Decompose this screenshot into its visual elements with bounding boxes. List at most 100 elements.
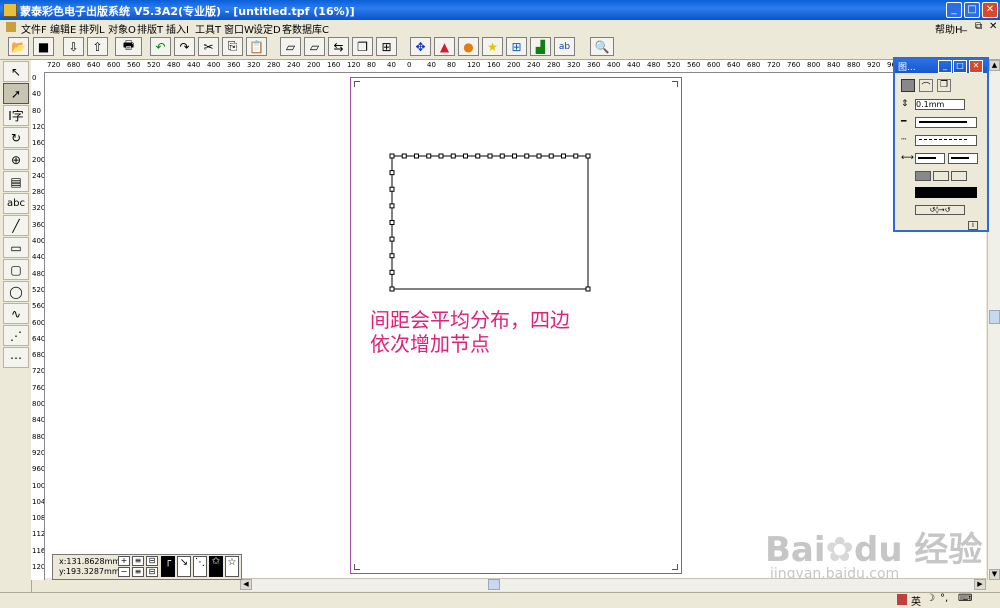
path-node[interactable] [389, 220, 395, 225]
frame-icon-1[interactable]: ▱ [280, 37, 301, 56]
menu-insert[interactable]: 插入I [166, 21, 189, 36]
star-outline-icon[interactable]: ☆ [225, 556, 239, 577]
path-node[interactable] [561, 153, 566, 159]
undo-icon[interactable]: ↶ [150, 37, 171, 56]
frame-icon-4[interactable]: ❐ [352, 37, 373, 56]
line-width-input[interactable]: 0.1mm [915, 99, 965, 110]
path-node[interactable] [585, 153, 591, 159]
horizontal-scrollbar[interactable]: ◀ ▶ [240, 578, 986, 591]
join-bevel-icon[interactable] [951, 171, 967, 181]
path-node[interactable] [401, 153, 407, 159]
apply-icon[interactable]: ↺◊→↺ [915, 205, 965, 215]
align-icon[interactable]: ⊟ [146, 567, 158, 577]
curve-icon[interactable]: ∿ [3, 303, 29, 324]
path-node[interactable] [426, 153, 432, 159]
panel-info-icon[interactable]: i [968, 221, 978, 230]
align-icon[interactable]: ⊟ [146, 556, 158, 566]
path-node[interactable] [548, 153, 554, 159]
scroll-up-icon[interactable]: ▲ [989, 60, 1000, 71]
path-node[interactable] [463, 153, 468, 159]
minimize-button[interactable]: _ [946, 2, 962, 18]
pen-tab-icon[interactable] [901, 79, 915, 92]
import-icon[interactable]: ⇩ [63, 37, 84, 56]
save-icon[interactable]: ■ [33, 37, 54, 56]
path-node[interactable] [499, 153, 505, 159]
fill-tab-icon[interactable]: ⌒ [919, 79, 933, 93]
path-icon[interactable]: ↘ [177, 556, 191, 577]
chart-icon[interactable]: ▟ [530, 37, 551, 56]
star-shape-icon[interactable]: ✩ [209, 556, 223, 577]
path-node[interactable] [389, 269, 395, 275]
horizontal-scroll-thumb[interactable] [488, 579, 500, 590]
move-icon[interactable]: ✥ [410, 37, 431, 56]
path-node[interactable] [389, 153, 395, 159]
align-icon[interactable]: ≡ [132, 567, 144, 577]
minus-icon[interactable]: − [118, 567, 130, 577]
punctuation-icon[interactable]: °, [940, 593, 948, 604]
path-node[interactable] [524, 153, 530, 159]
join-round-icon[interactable] [933, 171, 949, 181]
path-node[interactable] [389, 186, 395, 192]
line-color-select[interactable] [915, 187, 977, 198]
path-node[interactable] [389, 236, 395, 242]
moon-icon[interactable]: ☽ [926, 593, 935, 604]
frame-icon-2[interactable]: ▱ [304, 37, 325, 56]
panel-close-icon[interactable]: ✕ [969, 60, 983, 73]
scroll-down-icon[interactable]: ▼ [989, 569, 1000, 580]
abc-text-icon[interactable]: abc [3, 193, 29, 214]
plus-icon[interactable]: + [118, 556, 130, 566]
panel-maximize-icon[interactable]: □ [953, 60, 967, 73]
doc-restore-icon[interactable]: ⧉ [975, 21, 982, 32]
scroll-right-icon[interactable]: ▶ [974, 579, 986, 590]
vertical-scroll-thumb[interactable] [989, 310, 1000, 324]
path-node[interactable] [414, 153, 419, 159]
copy-icon[interactable]: ⎘ [222, 37, 243, 56]
frame-icon-5[interactable]: ⊞ [376, 37, 397, 56]
menu-file[interactable]: 文件F [21, 21, 47, 36]
path-node[interactable] [389, 286, 395, 292]
path-node[interactable] [487, 153, 493, 159]
ime-language[interactable]: 英 [911, 593, 921, 608]
doc-close-icon[interactable]: ✕ [989, 21, 997, 32]
doc-minimize-icon[interactable]: _ [962, 21, 967, 32]
panel-minimize-icon[interactable]: _ [938, 60, 952, 73]
export-icon[interactable]: ⇧ [87, 37, 108, 56]
maximize-button[interactable]: □ [964, 2, 980, 18]
rectangle-icon[interactable]: ▭ [3, 237, 29, 258]
keyboard-icon[interactable]: ⌨ [958, 593, 972, 604]
selected-rectangle[interactable] [380, 145, 600, 300]
page-icon[interactable]: ▤ [3, 171, 29, 192]
shadow-tab-icon[interactable]: ❐ [937, 79, 951, 92]
menu-edit[interactable]: 编辑E [50, 21, 76, 36]
path-node[interactable] [389, 203, 395, 209]
palette-icon[interactable]: ● [458, 37, 479, 56]
path-node[interactable] [585, 286, 591, 292]
rectangle-nodes[interactable] [389, 153, 591, 292]
menu-help[interactable]: 帮助H [935, 21, 963, 36]
preview-icon[interactable]: 🔍 [590, 37, 614, 56]
rounded-rect-icon[interactable]: ▢ [3, 259, 29, 280]
map-icon[interactable]: ⊞ [506, 37, 527, 56]
join-miter-icon[interactable] [915, 171, 931, 181]
menu-window[interactable]: 窗口W [224, 21, 254, 36]
grid-icon[interactable]: ⋯ [3, 347, 29, 368]
text-tool-icon[interactable]: I字 [3, 105, 29, 126]
polyline-icon[interactable]: ⋰ [3, 325, 29, 346]
rotate-icon[interactable]: ↻ [3, 127, 29, 148]
path-node[interactable] [389, 253, 395, 259]
star-icon[interactable]: ★ [482, 37, 503, 56]
ellipse-icon[interactable]: ◯ [3, 281, 29, 302]
menu-database[interactable]: 客数据库C [282, 21, 329, 36]
scroll-left-icon[interactable]: ◀ [240, 579, 252, 590]
dash-style-select[interactable] [915, 135, 977, 146]
frame-icon-3[interactable]: ⇆ [328, 37, 349, 56]
path-node[interactable] [438, 153, 444, 159]
align-icon[interactable]: ≡ [132, 556, 144, 566]
menu-object[interactable]: 对象O [108, 21, 136, 36]
corner-icon[interactable]: ┌ [161, 556, 175, 577]
node-icon[interactable]: ⋱ [193, 556, 207, 577]
path-node[interactable] [450, 153, 456, 159]
menu-settings[interactable]: 设定D [253, 21, 281, 36]
line-icon[interactable]: ╱ [3, 215, 29, 236]
menu-tools[interactable]: 工具T [195, 21, 221, 36]
